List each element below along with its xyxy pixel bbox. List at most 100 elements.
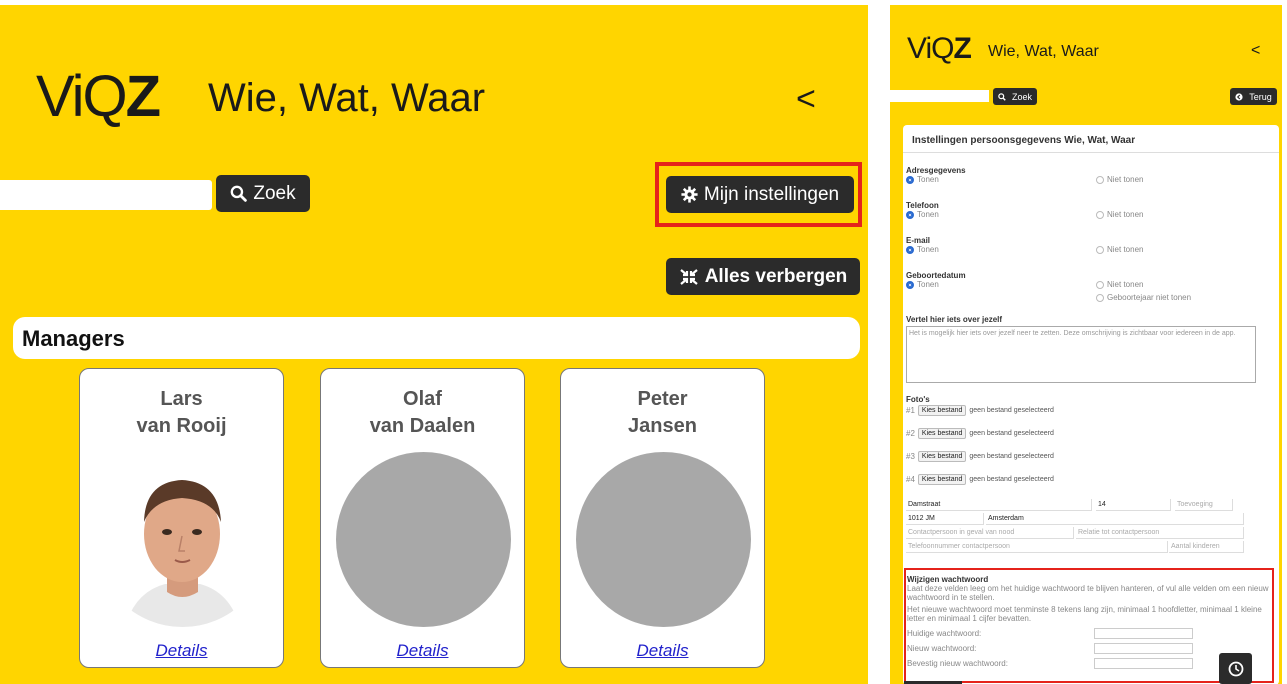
- clock-button[interactable]: [1219, 653, 1252, 684]
- email-hide-option[interactable]: Niet tonen: [1096, 245, 1143, 254]
- photo-upload-row: #2 Kies bestand geen bestand geselecteerd: [906, 428, 1054, 439]
- option-label: Tonen: [917, 245, 939, 254]
- street-field[interactable]: Damstraat: [906, 499, 1092, 511]
- person-first-name: Olaf: [403, 388, 442, 410]
- logo-text-viq: ViQ: [36, 64, 128, 129]
- gear-icon: [681, 186, 698, 203]
- my-settings-button[interactable]: Mijn instellingen: [666, 176, 854, 213]
- back-chevron-icon[interactable]: <: [796, 80, 816, 119]
- person-card[interactable]: Lars van Rooij Details: [79, 368, 284, 668]
- terug-button[interactable]: Terug: [1230, 88, 1277, 105]
- clock-icon: [1228, 661, 1243, 676]
- phone-hide-option[interactable]: Niet tonen: [1096, 210, 1143, 219]
- emergency-contact-field[interactable]: Contactpersoon in geval van nood: [906, 527, 1074, 539]
- confirm-password-label: Bevestig nieuw wachtwoord:: [907, 659, 1008, 668]
- photo-upload-row: #3 Kies bestand geen bestand geselecteerd: [906, 451, 1054, 462]
- hide-all-label: Alles verbergen: [704, 265, 848, 287]
- option-label: Tonen: [917, 175, 939, 184]
- search-input[interactable]: [0, 180, 212, 210]
- birthdate-hide-option[interactable]: Niet tonen: [1096, 280, 1143, 289]
- email-group-label: E-mail: [906, 236, 931, 245]
- children-field[interactable]: Aantal kinderen: [1169, 541, 1244, 553]
- photo-number: #2: [906, 429, 915, 438]
- logo-text-z: Z: [953, 32, 972, 65]
- password-title: Wijzigen wachtwoord: [907, 575, 989, 584]
- radio-icon: [1096, 175, 1104, 184]
- phone-show-option[interactable]: Tonen: [906, 210, 939, 219]
- option-label: Niet tonen: [1107, 280, 1144, 289]
- choose-file-button[interactable]: Kies bestand: [917, 474, 967, 485]
- settings-panel: ViQZ Wie, Wat, Waar < Zoek Terug Instell…: [890, 5, 1282, 684]
- details-link[interactable]: Details: [561, 641, 764, 661]
- collapse-icon: [679, 268, 698, 285]
- option-label: Tonen: [917, 210, 939, 219]
- app-title: Wie, Wat, Waar: [208, 76, 486, 120]
- form-divider: [903, 152, 1279, 153]
- form-title: Instellingen persoonsgegevens Wie, Wat, …: [912, 135, 1136, 146]
- option-label: Geboortejaar niet tonen: [1107, 293, 1192, 302]
- photo-number: #1: [906, 406, 915, 415]
- choose-file-button[interactable]: Kies bestand: [917, 405, 967, 416]
- birthdate-group-label: Geboortedatum: [906, 271, 966, 280]
- option-label: Niet tonen: [1107, 245, 1144, 254]
- address-show-option[interactable]: Tonen: [906, 175, 939, 184]
- addition-field[interactable]: Toevoeging: [1175, 499, 1233, 511]
- person-card[interactable]: Peter Jansen Details: [560, 368, 765, 668]
- option-label: Tonen: [917, 280, 939, 289]
- viqz-logo: ViQZ: [36, 63, 161, 130]
- radio-selected-icon: [906, 175, 914, 184]
- address-group-label: Adresgegevens: [906, 166, 966, 175]
- search-input[interactable]: [890, 90, 989, 102]
- birthdate-show-option[interactable]: Tonen: [906, 280, 939, 289]
- current-password-label: Huidige wachtwoord:: [907, 629, 982, 638]
- about-label: Vertel hier iets over jezelf: [906, 315, 1003, 324]
- email-show-option[interactable]: Tonen: [906, 245, 939, 254]
- confirm-password-input[interactable]: [1094, 658, 1193, 669]
- postcode-field[interactable]: 1012 JM: [906, 513, 984, 525]
- emergency-phone-field[interactable]: Telefoonnummer contactpersoon: [906, 541, 1168, 553]
- zoek-button-label: Zoek: [253, 182, 296, 204]
- radio-selected-icon: [906, 245, 914, 254]
- address-hide-option[interactable]: Niet tonen: [1096, 175, 1143, 184]
- current-password-input[interactable]: [1094, 628, 1193, 639]
- file-status: geen bestand geselecteerd: [969, 430, 1054, 437]
- password-intro: Laat deze velden leeg om het huidige wac…: [907, 584, 1269, 602]
- managers-section-header: Managers: [13, 317, 860, 359]
- avatar-placeholder: [336, 452, 511, 627]
- zoek-button[interactable]: Zoek: [216, 175, 310, 212]
- relation-field[interactable]: Relatie tot contactpersoon: [1076, 527, 1244, 539]
- file-status: geen bestand geselecteerd: [969, 407, 1054, 414]
- photo-upload-row: #1 Kies bestand geen bestand geselecteerd: [906, 405, 1054, 416]
- photo-number: #3: [906, 452, 915, 461]
- new-password-input[interactable]: [1094, 643, 1193, 654]
- person-first-name: Peter: [637, 388, 688, 410]
- password-rules: Het nieuwe wachtwoord moet tenminste 8 t…: [907, 605, 1262, 623]
- phone-group-label: Telefoon: [906, 201, 939, 210]
- details-link[interactable]: Details: [80, 641, 283, 661]
- person-last-name: Jansen: [628, 415, 697, 437]
- screenshot-canvas: ViQZ Wie, Wat, Waar < Zoek Mijn instelli…: [0, 0, 1287, 684]
- search-icon: [231, 185, 248, 202]
- zoek-button-label: Zoek: [1011, 91, 1032, 102]
- option-label: Niet tonen: [1107, 175, 1144, 184]
- new-password-label: Nieuw wachtwoord:: [907, 644, 977, 653]
- city-field[interactable]: Amsterdam: [986, 513, 1244, 525]
- back-chevron-icon[interactable]: <: [1251, 42, 1260, 60]
- birthyear-hide-option[interactable]: Geboortejaar niet tonen: [1096, 293, 1191, 302]
- choose-file-button[interactable]: Kies bestand: [917, 428, 967, 439]
- about-textarea[interactable]: Het is mogelijk hier iets over jezelf ne…: [906, 326, 1256, 383]
- terug-button-label: Terug: [1249, 91, 1272, 102]
- details-link[interactable]: Details: [321, 641, 524, 661]
- hide-all-button[interactable]: Alles verbergen: [666, 258, 860, 295]
- house-number-field[interactable]: 14: [1096, 499, 1171, 511]
- radio-icon: [1096, 293, 1104, 302]
- person-card[interactable]: Olaf van Daalen Details: [320, 368, 525, 668]
- radio-selected-icon: [906, 210, 914, 219]
- my-settings-label: Mijn instellingen: [703, 183, 840, 205]
- zoek-button[interactable]: Zoek: [993, 88, 1037, 105]
- section-title: Managers: [22, 326, 125, 351]
- person-photo: [95, 452, 270, 627]
- circle-arrow-icon: [1235, 92, 1243, 101]
- photo-number: #4: [906, 475, 915, 484]
- choose-file-button[interactable]: Kies bestand: [917, 451, 967, 462]
